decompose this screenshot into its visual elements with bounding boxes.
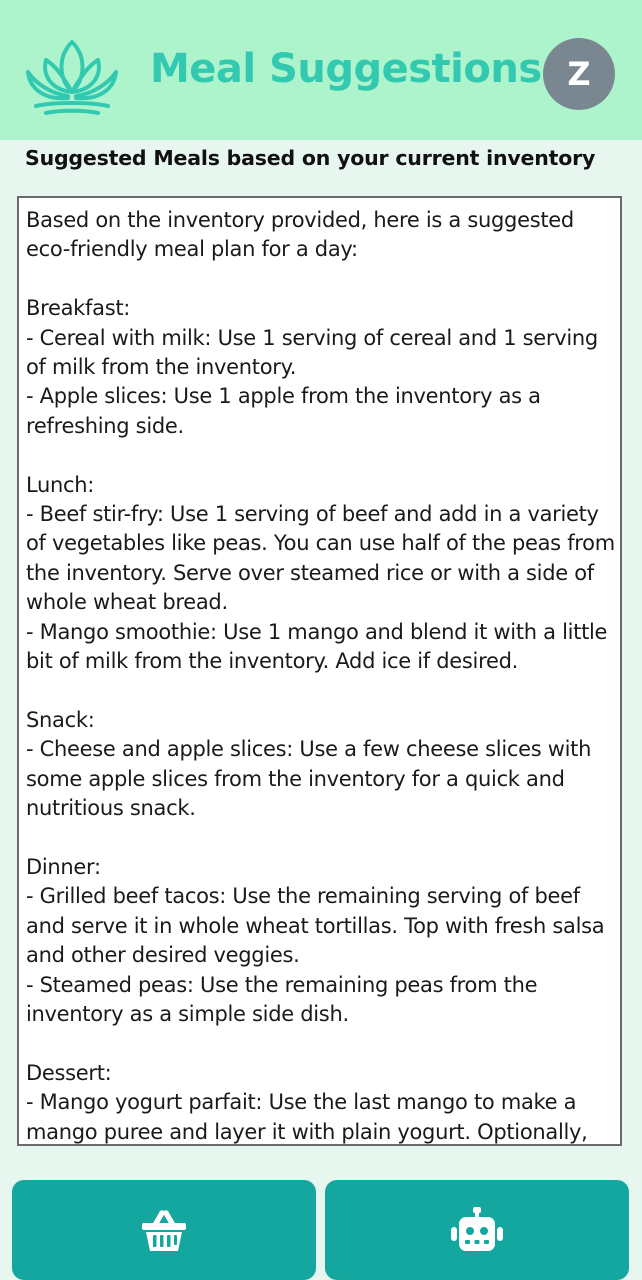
lotus-icon [22, 36, 122, 116]
avatar[interactable]: Z [543, 38, 615, 110]
app-header: Meal Suggestions Z [0, 0, 642, 140]
page-title: Meal Suggestions [150, 46, 542, 92]
robot-icon [449, 1207, 505, 1253]
assistant-button[interactable] [325, 1180, 629, 1280]
meal-suggestion-box[interactable]: Based on the inventory provided, here is… [17, 196, 622, 1146]
meal-suggestion-text: Based on the inventory provided, here is… [26, 208, 615, 1144]
bottom-nav [0, 1164, 642, 1280]
basket-icon [140, 1207, 188, 1253]
inventory-button[interactable] [12, 1180, 316, 1280]
section-heading: Suggested Meals based on your current in… [25, 146, 596, 170]
